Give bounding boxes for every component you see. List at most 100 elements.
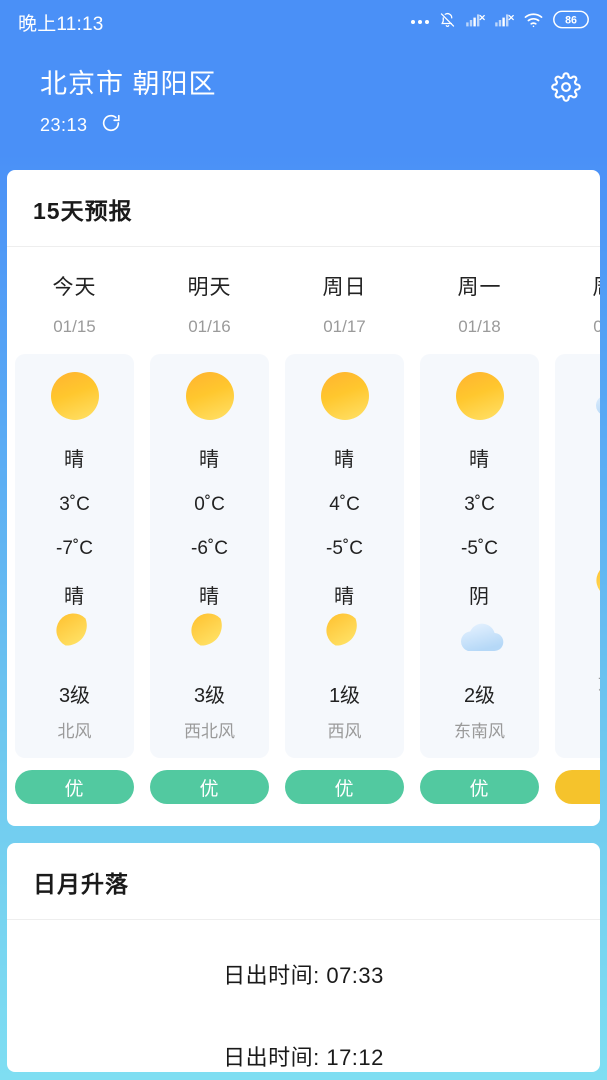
forecast-day-weather-icon [50, 370, 99, 423]
forecast-night-condition: 晴 [199, 585, 220, 608]
status-time: 晚上11:13 [18, 13, 104, 35]
air-quality-badge[interactable]: 优 [285, 770, 404, 804]
air-quality-badge[interactable]: 优 [15, 770, 134, 804]
sun-moon-card: 日月升落 日出时间: 07:33 日出时间: 17:12 [7, 843, 600, 1072]
forecast-low-temp: -6˚C [191, 537, 228, 559]
forecast-day-label: 周一 [457, 276, 502, 299]
bell-muted-icon [439, 11, 456, 34]
sunrise-row: 日出时间: 07:33 [223, 963, 384, 988]
forecast-aqi-list: 优优优优良 [7, 758, 600, 826]
forecast-card: 15天预报 今天 01/15 晴 3˚C -7˚C 晴 3级北风 明天 01/16 晴 0˚C -6˚… [7, 170, 600, 826]
settings-button[interactable] [551, 72, 581, 102]
forecast-high-temp: 3˚C [59, 493, 90, 515]
forecast-wind-direction: 西北风 [184, 722, 235, 741]
forecast-wind-level: 2级 [463, 685, 496, 707]
forecast-day-weather-icon [589, 370, 600, 428]
wifi-icon [523, 11, 544, 33]
battery-icon: 86 [553, 10, 589, 34]
cloud-icon [454, 617, 506, 653]
status-icon-group: 86 [411, 10, 589, 34]
forecast-card-title: 15天预报 [33, 198, 133, 224]
forecast-wind-level: 3级 [58, 685, 91, 707]
battery-level-text: 86 [565, 15, 577, 27]
forecast-day-weather-icon [320, 370, 369, 423]
forecast-day-date: 01/15 [53, 317, 96, 336]
forecast-day-weather-icon [185, 370, 234, 423]
status-bar: 晚上11:13 86 [0, 0, 607, 44]
air-quality-badge[interactable]: 良 [555, 770, 600, 804]
sun-icon [50, 372, 99, 421]
forecast-night-condition: 晴 [64, 585, 85, 608]
sunset-row: 日出时间: 17:12 [223, 1045, 384, 1070]
air-quality-badge[interactable]: 优 [150, 770, 269, 804]
cloud-icon [589, 381, 600, 417]
forecast-aqi-cell: 优 [412, 770, 547, 804]
update-row: 23:13 [40, 112, 587, 139]
air-quality-badge[interactable]: 优 [420, 770, 539, 804]
forecast-wind-direction: 西风 [327, 722, 362, 741]
forecast-day-column[interactable]: 明天 01/16 晴 0˚C -6˚C 晴 3级西北风 [142, 247, 277, 758]
city-row[interactable]: 北京市 朝阳区 [40, 62, 587, 101]
forecast-wind-direction: 东风 [598, 670, 601, 695]
refresh-icon[interactable] [100, 112, 122, 139]
moon-icon [321, 611, 369, 659]
forecast-night-weather-icon [454, 609, 506, 662]
forecast-wind-level: 3级 [193, 685, 226, 707]
sun-icon [455, 372, 504, 421]
moon-icon [186, 611, 234, 659]
forecast-day-label: 周二 [593, 271, 601, 301]
forecast-night-weather-icon [591, 556, 600, 614]
update-time: 23:13 [40, 115, 88, 135]
forecast-high-temp: 4˚C [329, 493, 360, 515]
forecast-day-date: 01/16 [188, 317, 231, 336]
forecast-day-column[interactable]: 周二01/19--1级东风 [547, 247, 600, 758]
forecast-day-label: 明天 [187, 276, 232, 299]
city-title: 北京市 朝阳区 [40, 69, 217, 99]
more-dots-icon [411, 20, 429, 24]
forecast-wind-direction: 东南风 [454, 722, 505, 741]
forecast-night-condition: 阴 [469, 585, 490, 608]
forecast-wind-level: 1级 [599, 632, 600, 661]
forecast-high-temp: 3˚C [464, 493, 495, 515]
signal-no-service-icon [465, 12, 485, 33]
sun-icon [185, 372, 234, 421]
forecast-aqi-cell: 优 [142, 770, 277, 804]
forecast-day-body: 晴 0˚C -6˚C 晴 3级西北风 [150, 354, 269, 758]
forecast-night-weather-icon [186, 609, 234, 662]
forecast-day-condition: 晴 [199, 448, 220, 471]
forecast-day-date: 01/19 [593, 317, 600, 336]
forecast-day-weather-icon [455, 370, 504, 423]
forecast-day-body: --1级东风 [555, 354, 600, 758]
sun-moon-card-title: 日月升落 [33, 871, 129, 897]
forecast-day-condition: 晴 [64, 448, 85, 471]
app-header: 北京市 朝阳区 23:13 [0, 44, 607, 164]
signal-no-service-icon [494, 12, 514, 33]
forecast-wind-direction: 北风 [57, 722, 92, 741]
forecast-low-temp: -5˚C [326, 537, 363, 559]
forecast-aqi-cell: 优 [277, 770, 412, 804]
forecast-day-condition: 晴 [334, 448, 355, 471]
forecast-day-column[interactable]: 今天 01/15 晴 3˚C -7˚C 晴 3级北风 [7, 247, 142, 758]
forecast-day-body: 晴 3˚C -7˚C 晴 3级北风 [15, 354, 134, 758]
forecast-night-condition: 晴 [334, 585, 355, 608]
weather-app-screen: 晚上11:13 86 北京市 朝阳区 23:13 15天预报 今天 01/15 … [0, 0, 607, 1080]
forecast-aqi-cell: 良 [547, 770, 600, 804]
moon-icon [591, 561, 600, 609]
forecast-day-date: 01/17 [323, 317, 366, 336]
forecast-day-column[interactable]: 周一 01/18 晴 3˚C -5˚C 阴 2级 东南风 [412, 247, 547, 758]
forecast-day-list[interactable]: 今天 01/15 晴 3˚C -7˚C 晴 3级北风 明天 01/16 晴 0˚C -6˚C 晴 3级西北… [7, 247, 600, 758]
forecast-day-label: 今天 [52, 276, 97, 299]
forecast-low-temp: -5˚C [461, 537, 498, 559]
forecast-day-column[interactable]: 周日 01/17 晴 4˚C -5˚C 晴 1级 西风 [277, 247, 412, 758]
forecast-day-label: 周日 [322, 276, 367, 299]
sun-icon [320, 372, 369, 421]
forecast-low-temp: -7˚C [56, 537, 93, 559]
gear-icon [551, 72, 581, 106]
forecast-night-weather-icon [51, 609, 99, 662]
forecast-aqi-cell: 优 [7, 770, 142, 804]
forecast-day-condition: 晴 [469, 448, 490, 471]
forecast-day-body: 晴 4˚C -5˚C 晴 1级 西风 [285, 354, 404, 758]
forecast-day-body: 晴 3˚C -5˚C 阴 2级东南风 [420, 354, 539, 758]
forecast-night-weather-icon [321, 609, 369, 662]
forecast-high-temp: 0˚C [194, 493, 225, 515]
